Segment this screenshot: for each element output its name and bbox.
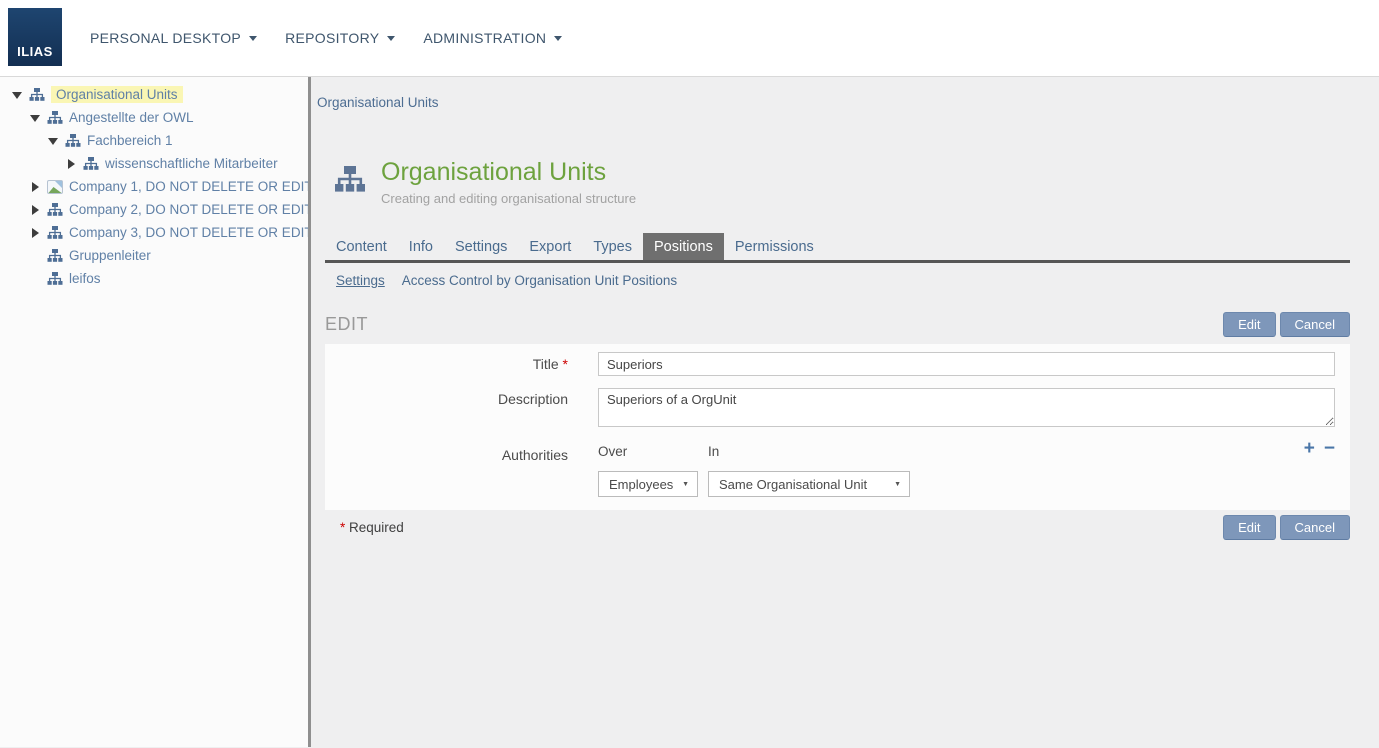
- authority-over-label: Over: [598, 444, 708, 459]
- tab-export[interactable]: Export: [518, 233, 582, 260]
- org-unit-icon: [47, 248, 63, 264]
- tree-item-company-1[interactable]: Company 1, DO NOT DELETE OR EDIT!!!: [0, 175, 308, 198]
- tab-types[interactable]: Types: [582, 233, 643, 260]
- chevron-down-icon: [554, 36, 562, 45]
- nav-administration-label: ADMINISTRATION: [423, 30, 546, 46]
- tree-item-label: Fachbereich 1: [87, 133, 173, 148]
- nav-personal-desktop-label: PERSONAL DESKTOP: [90, 30, 241, 46]
- tree-item-label: Company 3, DO NOT DELETE OR EDIT!!!: [69, 225, 308, 240]
- expand-icon[interactable]: [30, 205, 47, 215]
- edit-button[interactable]: Edit: [1223, 312, 1275, 337]
- expand-icon[interactable]: [30, 182, 47, 192]
- edit-button-bottom[interactable]: Edit: [1223, 515, 1275, 540]
- tab-bar: Content Info Settings Export Types Posit…: [325, 233, 1350, 263]
- tab-positions[interactable]: Positions: [643, 233, 724, 260]
- expand-icon[interactable]: [30, 228, 47, 238]
- authority-over-select[interactable]: Employees ▼: [598, 471, 698, 497]
- collapse-icon[interactable]: [48, 132, 65, 150]
- tree-item-organisational-units[interactable]: Organisational Units: [0, 83, 308, 106]
- breadcrumb[interactable]: Organisational Units: [317, 95, 439, 110]
- main-navigation: PERSONAL DESKTOP REPOSITORY ADMINISTRATI…: [90, 30, 562, 46]
- expand-icon[interactable]: [66, 159, 83, 169]
- tree-item-fachbereich-1[interactable]: Fachbereich 1: [0, 129, 308, 152]
- required-asterisk: *: [340, 520, 345, 535]
- tree-item-label: Company 1, DO NOT DELETE OR EDIT!!!: [69, 179, 308, 194]
- cancel-button[interactable]: Cancel: [1280, 312, 1350, 337]
- description-field-label: Description: [325, 388, 568, 432]
- authority-in-label: In: [708, 444, 1304, 459]
- cancel-button-bottom[interactable]: Cancel: [1280, 515, 1350, 540]
- org-unit-icon: [334, 164, 366, 194]
- tree-item-gruppenleiter[interactable]: Gruppenleiter: [0, 244, 308, 267]
- ilias-logo[interactable]: ILIAS: [8, 8, 62, 66]
- repository-tree-sidebar: Organisational Units Angestellte der OWL…: [0, 77, 308, 747]
- select-caret-icon: ▼: [682, 481, 689, 488]
- nav-personal-desktop[interactable]: PERSONAL DESKTOP: [90, 30, 257, 46]
- tab-content[interactable]: Content: [325, 233, 398, 260]
- tree-item-company-3[interactable]: Company 3, DO NOT DELETE OR EDIT!!!: [0, 221, 308, 244]
- image-thumbnail-icon: [47, 179, 63, 195]
- tab-info[interactable]: Info: [398, 233, 444, 260]
- authorities-field-label: Authorities: [325, 444, 568, 497]
- tab-settings[interactable]: Settings: [444, 233, 518, 260]
- tab-permissions[interactable]: Permissions: [724, 233, 825, 260]
- org-unit-icon: [47, 225, 63, 241]
- tree-item-angestellte-der-owl[interactable]: Angestellte der OWL: [0, 106, 308, 129]
- chevron-down-icon: [387, 36, 395, 45]
- tree-item-label: Angestellte der OWL: [69, 110, 194, 125]
- tree-item-company-2[interactable]: Company 2, DO NOT DELETE OR EDIT!!!: [0, 198, 308, 221]
- tree-item-label: Gruppenleiter: [69, 248, 151, 263]
- collapse-icon[interactable]: [12, 86, 29, 104]
- page-subtitle: Creating and editing organisational stru…: [381, 191, 636, 206]
- top-bar: ILIAS PERSONAL DESKTOP REPOSITORY ADMINI…: [0, 0, 1379, 77]
- object-header: Organisational Units Creating and editin…: [325, 158, 1350, 206]
- nav-administration[interactable]: ADMINISTRATION: [423, 30, 562, 46]
- remove-authority-icon[interactable]: −: [1324, 441, 1335, 457]
- org-unit-icon: [29, 87, 45, 103]
- subtab-access-control[interactable]: Access Control by Organisation Unit Posi…: [402, 273, 677, 288]
- page-title: Organisational Units: [381, 158, 636, 187]
- title-input[interactable]: [598, 352, 1335, 376]
- title-field-label: Title *: [325, 356, 568, 372]
- authority-in-select[interactable]: Same Organisational Unit ▼: [708, 471, 910, 497]
- collapse-icon[interactable]: [30, 109, 47, 127]
- required-asterisk: *: [563, 356, 568, 372]
- nav-repository[interactable]: REPOSITORY: [285, 30, 395, 46]
- required-note: * Required: [325, 520, 404, 535]
- tree-item-wissenschaftliche-mitarbeiter[interactable]: wissenschaftliche Mitarbeiter: [0, 152, 308, 175]
- org-unit-icon: [47, 202, 63, 218]
- tree-item-leifos[interactable]: leifos: [0, 267, 308, 290]
- form-section-title: EDIT: [325, 314, 368, 335]
- nav-repository-label: REPOSITORY: [285, 30, 379, 46]
- tree-item-label: leifos: [69, 271, 101, 286]
- description-textarea[interactable]: Superiors of a OrgUnit: [598, 388, 1335, 427]
- main-content: Organisational Units Organisational Unit…: [311, 77, 1379, 747]
- subtab-bar: Settings Access Control by Organisation …: [325, 273, 1350, 288]
- org-unit-icon: [47, 110, 63, 126]
- add-authority-icon[interactable]: +: [1304, 441, 1315, 457]
- chevron-down-icon: [249, 36, 257, 45]
- tree-item-label: wissenschaftliche Mitarbeiter: [105, 156, 278, 171]
- org-unit-icon: [83, 156, 99, 172]
- org-unit-icon: [65, 133, 81, 149]
- edit-form: Title * Description Superiors of a OrgUn…: [325, 344, 1350, 510]
- tree-item-label: Company 2, DO NOT DELETE OR EDIT!!!: [69, 202, 308, 217]
- subtab-settings[interactable]: Settings: [336, 273, 385, 288]
- tree-item-label: Organisational Units: [51, 86, 183, 103]
- select-caret-icon: ▼: [894, 481, 901, 488]
- org-unit-icon: [47, 271, 63, 287]
